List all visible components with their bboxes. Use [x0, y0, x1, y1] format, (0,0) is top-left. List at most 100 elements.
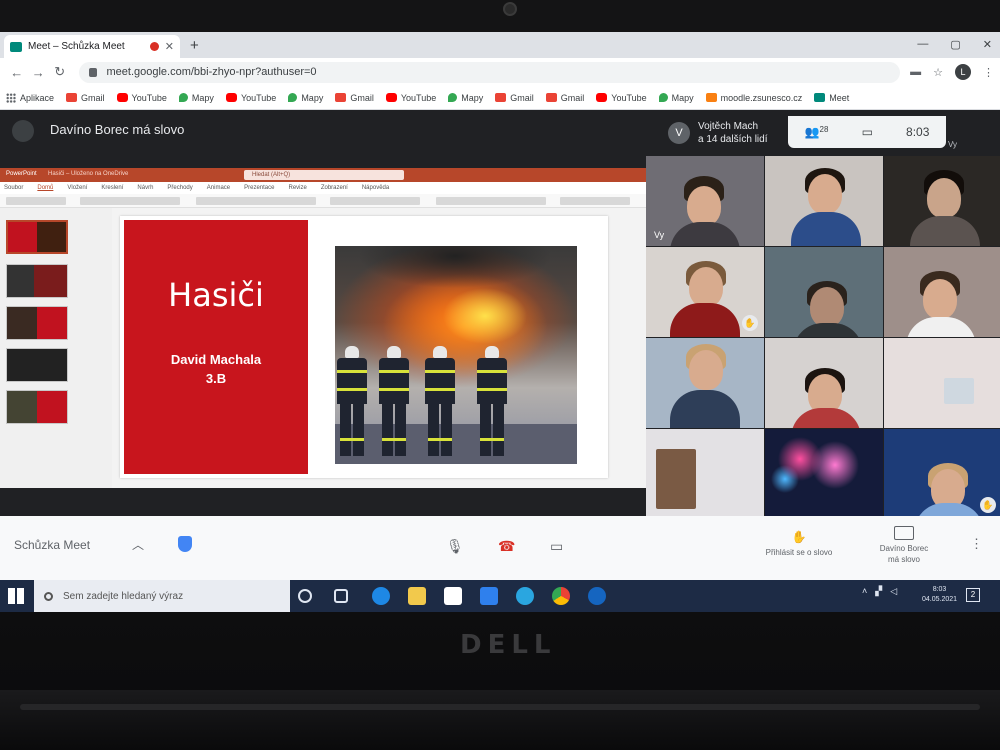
url-text: meet.google.com/bbi-zhyo-npr?authuser=0	[106, 66, 317, 78]
participant-tile-self[interactable]: Vy	[646, 156, 764, 246]
windows-taskbar: Sem zadejte hledaný výraz ˄ ▞ ◁ 8:03 04.…	[0, 580, 1000, 612]
participant-tile[interactable]: ✋	[646, 247, 764, 337]
store-icon[interactable]	[444, 587, 462, 605]
face	[808, 174, 842, 214]
clock-time: 8:03	[932, 586, 947, 593]
participant-tile[interactable]	[646, 429, 764, 519]
participant-tile[interactable]	[765, 247, 883, 337]
ground	[335, 424, 577, 464]
shield-icon[interactable]	[178, 536, 192, 552]
maximize-button[interactable]: ▢	[950, 38, 960, 51]
bookmark-gmail[interactable]: Gmail	[495, 93, 534, 103]
moodle-icon	[705, 93, 717, 102]
bookmark-gmail[interactable]: Gmail	[545, 93, 584, 103]
raise-hand-button[interactable]: ✋ Přihlásit se o slovo	[756, 530, 842, 557]
dell-logo: DELL	[460, 630, 557, 660]
forward-arrow-icon[interactable]: →	[28, 65, 50, 80]
bookmark-moodle[interactable]: moodle.zsunesco.cz	[705, 92, 803, 103]
laptop: Meet – Schůzka Meet ✕ + — ▢ ✕ ← → ↻ meet…	[0, 0, 1000, 750]
menu-dots-icon[interactable]: ⋮	[983, 66, 994, 79]
close-tab-icon[interactable]: ✕	[165, 40, 174, 53]
bookmark-youtube[interactable]: YouTube	[596, 93, 647, 103]
bookmark-youtube[interactable]: YouTube	[116, 93, 167, 103]
volume-icon[interactable]: ◁	[890, 586, 897, 597]
participant-tile[interactable]	[884, 247, 1000, 337]
powerpoint-search: Hledat (Alt+Q)	[244, 170, 404, 180]
ribbon-group	[80, 197, 180, 205]
meeting-name[interactable]: Schůzka Meet	[14, 538, 90, 552]
browser-tab-meet[interactable]: Meet – Schůzka Meet ✕	[4, 35, 180, 58]
bookmark-mapy[interactable]: Mapy	[288, 93, 323, 103]
ribbon-tab: Soubor	[4, 185, 24, 191]
internet-explorer-icon[interactable]	[588, 587, 606, 605]
chrome-icon[interactable]	[552, 587, 570, 605]
bookmark-meet[interactable]: Meet	[814, 93, 849, 103]
file-explorer-icon[interactable]	[408, 587, 426, 605]
bookmark-gmail[interactable]: Gmail	[66, 93, 105, 103]
participant-tile[interactable]	[884, 156, 1000, 246]
new-tab-button[interactable]: +	[190, 37, 199, 54]
powerpoint-titlebar: PowerPoint Hasiči – Uloženo na OneDrive …	[0, 168, 646, 182]
microphone-button[interactable]: 🎙	[446, 538, 464, 555]
raised-hand-icon: ✋	[980, 497, 996, 513]
more-options-icon[interactable]: ⋮	[970, 536, 983, 552]
presenting-button[interactable]: Davíno Borec má slovo	[864, 526, 944, 565]
windows-start-icon[interactable]	[8, 588, 24, 604]
bookmark-youtube[interactable]: YouTube	[225, 93, 276, 103]
torso	[670, 390, 740, 428]
bookmark-gmail[interactable]: Gmail	[335, 93, 374, 103]
participant-tile[interactable]	[646, 338, 764, 428]
taskbar-search[interactable]: Sem zadejte hledaný výraz	[34, 580, 290, 612]
camera-button[interactable]: ▭	[550, 538, 563, 555]
torso	[670, 303, 740, 337]
bookmark-youtube[interactable]: YouTube	[385, 93, 436, 103]
address-bar[interactable]: meet.google.com/bbi-zhyo-npr?authuser=0	[78, 61, 901, 83]
screen: Meet – Schůzka Meet ✕ + — ▢ ✕ ← → ↻ meet…	[0, 32, 1000, 612]
ribbon-tab: Zobrazení	[320, 185, 348, 191]
bookmark-label: moodle.zsunesco.cz	[720, 92, 803, 103]
network-icon[interactable]: ▞	[875, 586, 882, 597]
participant-tile[interactable]	[884, 338, 1000, 428]
laptop-hinge	[0, 690, 1000, 750]
reload-icon[interactable]: ↻	[49, 64, 71, 80]
torso	[906, 317, 976, 337]
bookmark-mapy[interactable]: Mapy	[658, 93, 694, 103]
edge-icon[interactable]	[372, 587, 390, 605]
back-arrow-icon[interactable]: ←	[6, 65, 28, 80]
bookmark-apps[interactable]: Aplikace	[6, 92, 54, 103]
maps-icon	[178, 93, 188, 102]
minimize-button[interactable]: —	[917, 38, 928, 51]
participant-tile[interactable]: ✋	[884, 429, 1000, 519]
participant-tile[interactable]	[765, 156, 883, 246]
drop-icon[interactable]	[516, 587, 534, 605]
notifications-icon[interactable]: 2	[966, 588, 980, 602]
chevron-up-icon[interactable]: ︿	[132, 536, 144, 553]
chevron-up-icon[interactable]: ˄	[862, 586, 867, 597]
maps-icon	[448, 93, 458, 102]
participants-summary[interactable]: V Vojtěch Mach a 14 dalších lidí	[668, 120, 768, 146]
camera-indicator-icon[interactable]: ▬	[910, 66, 921, 78]
app-name: PowerPoint	[6, 171, 37, 177]
chat-icon[interactable]: ▭	[862, 125, 873, 139]
face	[687, 186, 721, 226]
close-window-button[interactable]: ✕	[983, 38, 992, 51]
slide-thumbnail-3	[6, 306, 68, 340]
star-icon[interactable]: ☆	[933, 66, 943, 79]
slide-thumbnail-2	[6, 264, 68, 298]
torso	[791, 408, 861, 428]
cortana-icon[interactable]	[298, 589, 312, 603]
participant-tile[interactable]	[765, 338, 883, 428]
bookmark-mapy[interactable]: Mapy	[448, 93, 483, 103]
slide-thumbnails	[0, 208, 112, 488]
participant-tile[interactable]	[765, 429, 883, 519]
people-button[interactable]: 👥28	[805, 125, 829, 139]
shelf	[656, 449, 696, 509]
torso	[791, 212, 861, 246]
ribbon-tab: Animace	[206, 185, 231, 191]
bookmark-mapy[interactable]: Mapy	[178, 93, 214, 103]
profile-avatar[interactable]: L	[954, 64, 971, 80]
mail-icon[interactable]	[480, 587, 498, 605]
hang-up-button[interactable]: ☎	[498, 538, 515, 555]
taskbar-clock[interactable]: 8:03 04.05.2021	[922, 585, 957, 605]
task-view-icon[interactable]	[334, 589, 348, 603]
